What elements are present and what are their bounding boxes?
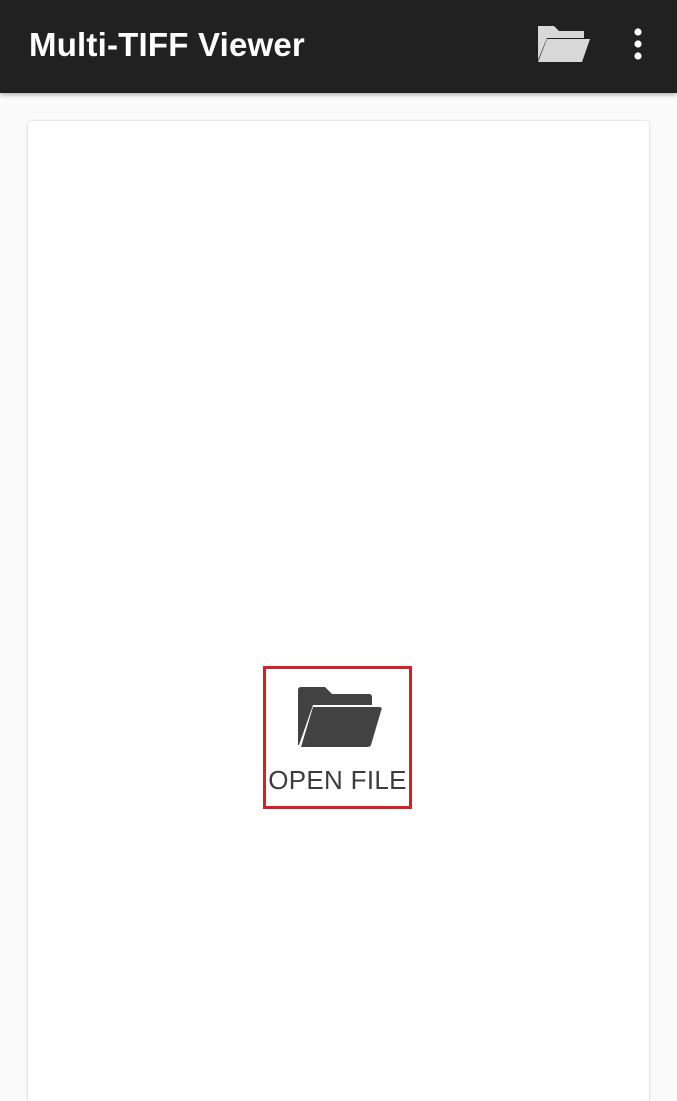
open-file-button[interactable]: OPEN FILE [263,666,412,809]
open-folder-button[interactable] [534,22,592,66]
app-title: Multi-TIFF Viewer [29,26,305,63]
overflow-menu-button[interactable] [622,24,654,64]
content-card [28,121,649,1101]
open-file-label: OPEN FILE [268,765,407,795]
folder-icon [298,687,382,747]
folder-open-icon [538,26,590,62]
app-bar: Multi-TIFF Viewer [0,0,677,93]
more-vert-icon [634,28,642,60]
